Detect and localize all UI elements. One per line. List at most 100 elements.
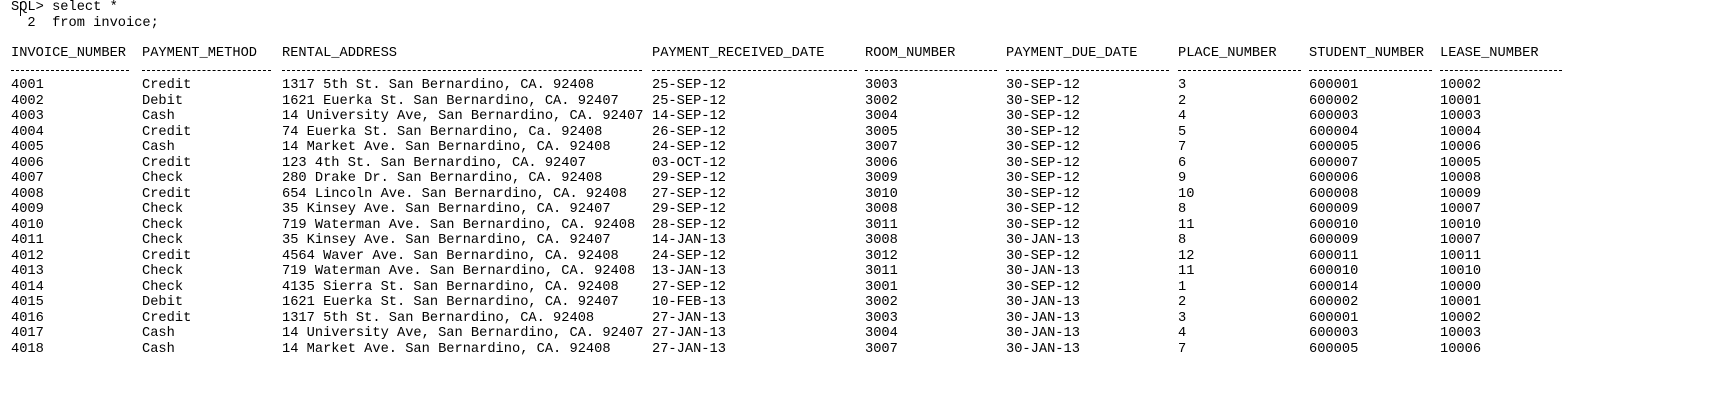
table-cell: 29-SEP-12 <box>652 171 726 186</box>
table-cell: 26-SEP-12 <box>652 124 726 140</box>
table-cell: 4 <box>1178 326 1187 341</box>
table-row: 4013 Check 719 Waterman Ave. San Bernardin… <box>11 264 1711 280</box>
column-separator-dashes <box>282 70 642 71</box>
table-cell: 30-JAN-13 <box>1006 341 1080 357</box>
table-cell: Cash <box>142 140 175 155</box>
column-header: PAYMENT_METHOD <box>142 46 257 61</box>
column-header: ROOM_NUMBER <box>865 46 956 61</box>
table-cell: 2 <box>1178 93 1187 109</box>
table-cell: 600001 <box>1309 78 1359 93</box>
table-row: 4014 Check 4135 Sierra St. San Bernardino,… <box>11 280 1711 296</box>
table-cell: 8 <box>1178 233 1187 248</box>
table-cell: 4014 <box>11 279 44 295</box>
table-row: 4018 Cash 14 Market Ave. San Bernardino, C… <box>11 342 1711 358</box>
sql-console[interactable]: SQL> select * 2 from invoice; INVOICE_NU… <box>11 0 1711 402</box>
table-cell: 3012 <box>865 248 898 264</box>
table-cell: 654 Lincoln Ave. San Bernardino, CA. 924… <box>282 186 627 202</box>
table-cell: Check <box>142 279 184 295</box>
table-cell: 3011 <box>865 217 898 233</box>
table-row: 4010 Check 719 Waterman Ave. San Bernardin… <box>11 218 1711 234</box>
table-cell: 10010 <box>1440 217 1482 233</box>
column-separator-dashes <box>865 70 997 71</box>
table-cell: 30-SEP-12 <box>1006 109 1080 124</box>
table-cell: Credit <box>142 310 192 326</box>
sql-prompt-line: SQL> select * <box>11 0 118 15</box>
table-cell: 27-JAN-13 <box>652 326 726 341</box>
table-cell: 3 <box>1178 310 1187 326</box>
sql-continuation-line: 2 from invoice; <box>11 16 159 31</box>
table-cell: Credit <box>142 78 192 93</box>
table-cell: 10006 <box>1440 140 1482 155</box>
table-cell: 600004 <box>1309 124 1359 140</box>
table-cell: 3007 <box>865 140 898 155</box>
table-cell: 30-JAN-13 <box>1006 295 1080 310</box>
table-cell: 600003 <box>1309 109 1359 124</box>
table-cell: 3007 <box>865 341 898 357</box>
table-cell: 7 <box>1178 341 1187 357</box>
table-cell: 3004 <box>865 109 898 124</box>
table-cell: 3004 <box>865 326 898 341</box>
table-row: 4005 Cash 14 Market Ave. San Bernardino, C… <box>11 140 1711 156</box>
table-cell: 4564 Waver Ave. San Bernardino, CA. 9240… <box>282 248 619 264</box>
table-cell: 3010 <box>865 186 898 202</box>
table-cell: 14 University Ave, San Bernardino, CA. 9… <box>282 109 644 124</box>
table-cell: 30-JAN-13 <box>1006 326 1080 341</box>
table-row: 4012 Credit 4564 Waver Ave. San Bernardino… <box>11 249 1711 265</box>
table-cell: 600009 <box>1309 233 1359 248</box>
table-cell: 4013 <box>11 264 44 279</box>
table-row: 4004 Credit 74 Euerka St. San Bernardino, … <box>11 125 1711 141</box>
column-separator-dashes <box>142 70 271 71</box>
table-cell: 4006 <box>11 155 44 171</box>
table-cell: 30-SEP-12 <box>1006 140 1080 155</box>
table-cell: 4005 <box>11 140 44 155</box>
column-separator-dashes <box>1309 70 1432 71</box>
table-cell: 28-SEP-12 <box>652 217 726 233</box>
table-cell: 30-JAN-13 <box>1006 310 1080 326</box>
table-cell: 30-SEP-12 <box>1006 78 1080 93</box>
table-cell: 123 4th St. San Bernardino, CA. 92407 <box>282 155 586 171</box>
table-cell: 3008 <box>865 233 898 248</box>
table-cell: 600008 <box>1309 186 1359 202</box>
table-cell: 10002 <box>1440 78 1482 93</box>
table-cell: 11 <box>1178 264 1195 279</box>
table-cell: 600002 <box>1309 295 1359 310</box>
column-header: PAYMENT_RECEIVED_DATE <box>652 46 825 61</box>
table-cell: 3003 <box>865 78 898 93</box>
table-cell: 1317 5th St. San Bernardino, CA. 92408 <box>282 78 595 93</box>
table-cell: 27-SEP-12 <box>652 279 726 295</box>
table-cell: 1621 Euerka St. San Bernardino, CA. 9240… <box>282 93 619 109</box>
table-cell: 719 Waterman Ave. San Bernardino, CA. 92… <box>282 264 636 279</box>
table-cell: 10000 <box>1440 279 1482 295</box>
table-cell: 10003 <box>1440 326 1482 341</box>
table-row: 4003 Cash 14 University Ave, San Bernardin… <box>11 109 1711 125</box>
table-cell: 3 <box>1178 78 1187 93</box>
table-cell: Credit <box>142 248 192 264</box>
table-cell: 27-JAN-13 <box>652 341 726 357</box>
table-row: 4011 Check 35 Kinsey Ave. San Bernardino, … <box>11 233 1711 249</box>
table-cell: 30-JAN-13 <box>1006 233 1080 248</box>
column-header: RENTAL_ADDRESS <box>282 46 397 61</box>
table-cell: 7 <box>1178 140 1187 155</box>
table-cell: 10 <box>1178 186 1195 202</box>
column-separator-dashes <box>1006 70 1169 71</box>
table-row: 4008 Credit 654 Lincoln Ave. San Bernardin… <box>11 187 1711 203</box>
table-cell: 4012 <box>11 248 44 264</box>
table-cell: 30-SEP-12 <box>1006 279 1080 295</box>
table-cell: 4003 <box>11 109 44 124</box>
table-cell: 14 University Ave, San Bernardino, CA. 9… <box>282 326 644 341</box>
table-cell: 35 Kinsey Ave. San Bernardino, CA. 92407 <box>282 202 611 217</box>
table-cell: 3011 <box>865 264 898 279</box>
table-cell: 600010 <box>1309 264 1359 279</box>
table-cell: 24-SEP-12 <box>652 140 726 155</box>
table-cell: 10001 <box>1440 93 1482 109</box>
table-cell: 600007 <box>1309 155 1359 171</box>
table-cell: Cash <box>142 109 175 124</box>
table-cell: Check <box>142 264 184 279</box>
table-cell: 03-OCT-12 <box>652 155 726 171</box>
table-cell: Check <box>142 202 184 217</box>
table-row: 4002 Debit 1621 Euerka St. San Bernardino,… <box>11 94 1711 110</box>
table-cell: 4004 <box>11 124 44 140</box>
table-row: 4007 Check 280 Drake Dr. San Bernardino, C… <box>11 171 1711 187</box>
table-cell: Credit <box>142 124 192 140</box>
table-cell: 10006 <box>1440 341 1482 357</box>
